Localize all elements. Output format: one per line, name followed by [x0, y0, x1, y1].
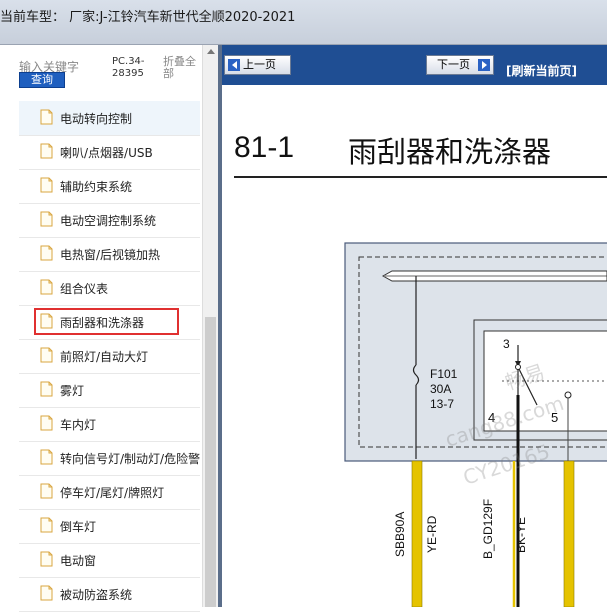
document-icon [40, 415, 53, 431]
wire-yellow-right [563, 460, 575, 607]
tree-item-label: 电热窗/后视镜加热 [60, 248, 161, 262]
tree-item[interactable]: 电动转向控制 [19, 101, 200, 136]
tree-item-label: 电动窗 [60, 554, 97, 568]
wire-color-bk-ye: BK-YE [514, 517, 528, 553]
document-icon [40, 313, 53, 329]
tree-item-label: 前照灯/自动大灯 [60, 350, 149, 364]
tree-item[interactable]: 组合仪表 [19, 271, 200, 306]
document-icon [40, 245, 53, 261]
tree-item-label: 转向信号灯/制动灯/危险警 [60, 452, 201, 466]
document-icon [40, 449, 53, 465]
scrollbar-thumb[interactable] [205, 317, 216, 607]
document-icon [40, 347, 53, 363]
tree-item-label: 电动转向控制 [60, 112, 133, 126]
tree-item[interactable]: 电动窗 [19, 543, 200, 578]
left-panel: 输入关键字 查询 PC.34-28395 折叠全部 电动转向控制喇叭/点烟器/U… [0, 45, 218, 612]
tree-item-label: 辅助约束系统 [60, 180, 133, 194]
fuse-ref: 13-7 [430, 397, 454, 411]
current-vehicle-title: 当前车型： 厂家:J-江铃汽车新世代全顺2020-2021 [0, 10, 296, 25]
tree-item[interactable]: 雨刮器和洗涤器 [19, 305, 200, 340]
tree-item-label: 电动空调控制系统 [60, 214, 157, 228]
tree-item-label: 车内灯 [60, 418, 97, 432]
document-icon [40, 551, 53, 567]
tree-item-label: 倒车灯 [60, 520, 97, 534]
tree-item-label: 组合仪表 [60, 282, 109, 296]
tree-item-label: 被动防盗系统 [60, 588, 133, 602]
circuit-b-gd129f: B_GD129F [481, 499, 495, 559]
tree-item[interactable]: 前照灯/自动大灯 [19, 339, 200, 374]
fuse-id: F101 [430, 367, 458, 381]
top-bar: 当前车型： 厂家:J-江铃汽车新世代全顺2020-2021 [0, 0, 607, 45]
collapse-all-link[interactable]: 折叠全部 [163, 56, 203, 80]
tree-item[interactable]: 电热窗/后视镜加热 [19, 237, 200, 272]
tree-item[interactable]: 雾灯 [19, 373, 200, 408]
tree-item-label: 停车灯/尾灯/牌照灯 [60, 486, 165, 500]
tree-item[interactable]: 辅助约束系统 [19, 169, 200, 204]
document-icon [40, 517, 53, 533]
circuit-sbb90a: SBB90A [393, 512, 407, 557]
tree-item[interactable]: 车内灯 [19, 407, 200, 442]
tree-item-label: 喇叭/点烟器/USB [60, 146, 153, 160]
tree-item[interactable]: 转向信号灯/制动灯/危险警 [19, 441, 200, 476]
left-scrollbar[interactable] [202, 45, 219, 607]
pc-code: PC.34-28395 [112, 56, 145, 79]
tree-item[interactable]: 电动空调控制系统 [19, 203, 200, 238]
document-icon [40, 483, 53, 499]
document-icon [40, 177, 53, 193]
tree-item-label: 雨刮器和洗涤器 [60, 316, 145, 330]
document-icon [40, 211, 53, 227]
wiring-diagram: F101 30A 13-7 3 4 5 SBB90A YE-RD B_GD129… [344, 242, 607, 607]
search-button[interactable]: 查询 [19, 72, 65, 88]
document-icon [40, 109, 53, 125]
search-box: 输入关键字 查询 PC.34-28395 折叠全部 [0, 45, 200, 97]
document-icon [40, 381, 53, 397]
document-icon [40, 143, 53, 159]
tree-item-label: 雾灯 [60, 384, 85, 398]
scroll-up-icon[interactable] [207, 49, 215, 54]
wire-ye-rd [411, 460, 423, 607]
tree-item[interactable]: 停车灯/尾灯/牌照灯 [19, 475, 200, 510]
tree-item[interactable]: 喇叭/点烟器/USB [19, 135, 200, 170]
pin-3-label: 3 [503, 337, 510, 351]
wire-color-ye-rd: YE-RD [425, 515, 439, 553]
document-icon [40, 279, 53, 295]
fuse-rating: 30A [430, 382, 451, 396]
document-icon [40, 585, 53, 601]
document-viewer: 上一页 下一页 [刷新当前页] 81-1 雨刮器和洗涤器 F101 30A 13… [222, 45, 607, 607]
tree-item[interactable]: 倒车灯 [19, 509, 200, 544]
